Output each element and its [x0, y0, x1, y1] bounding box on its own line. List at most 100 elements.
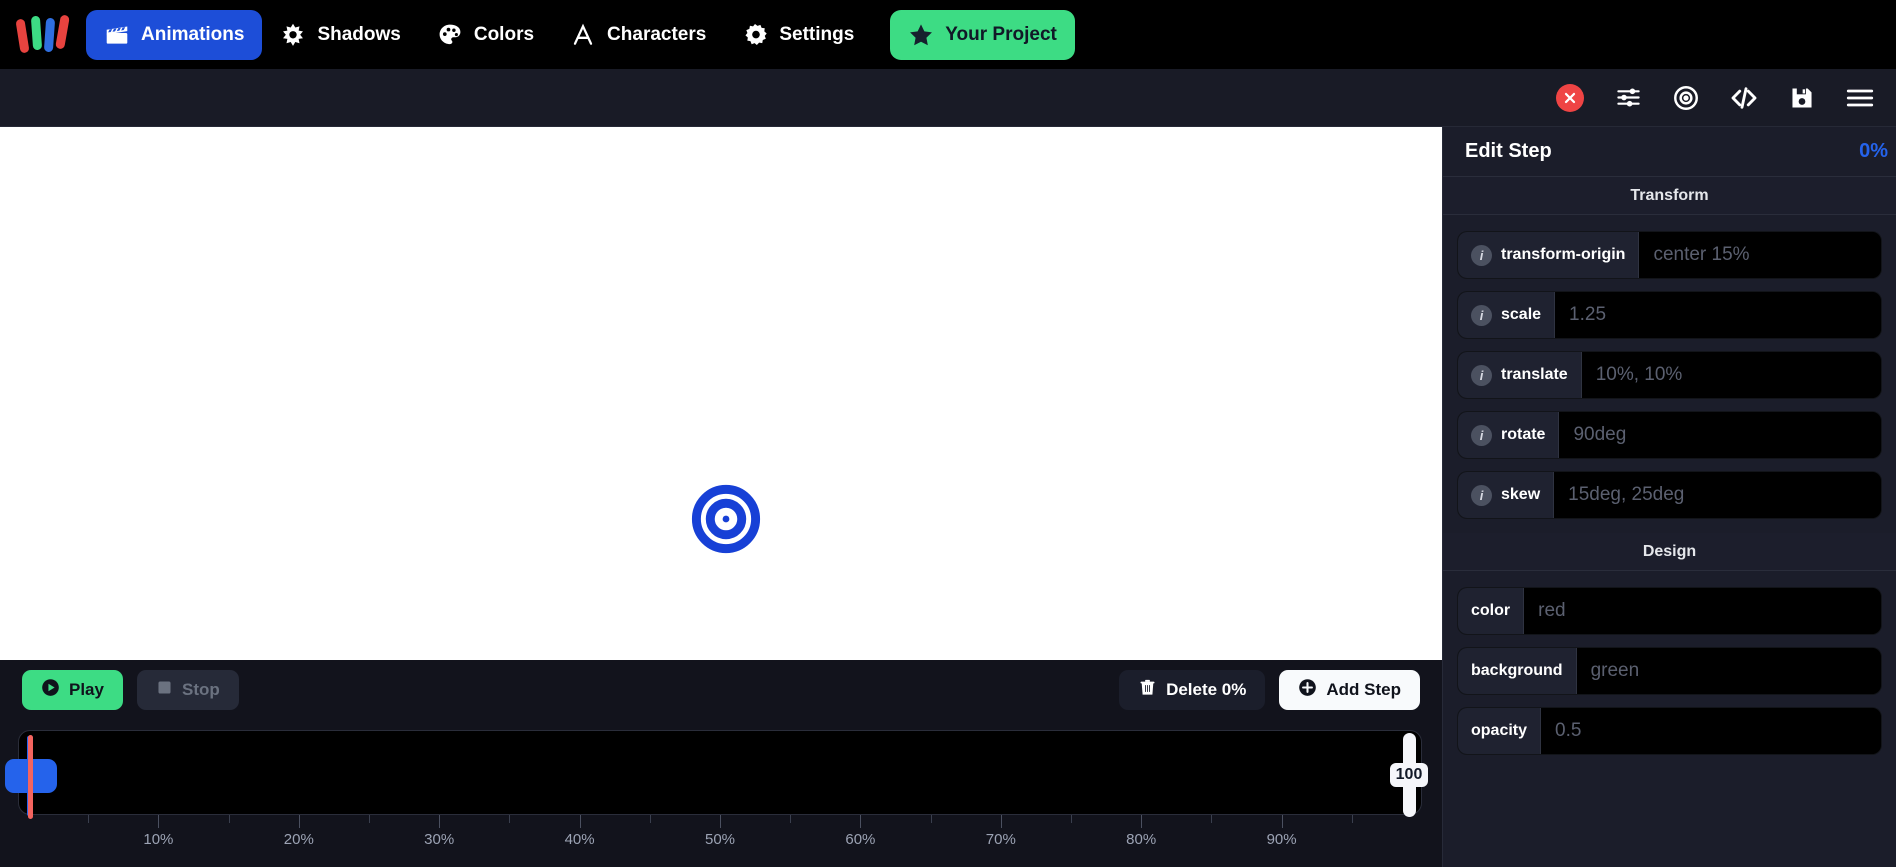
- info-icon[interactable]: i: [1471, 304, 1492, 326]
- field-row-translate: i translate 10%, 10%: [1457, 351, 1882, 399]
- nav-item-animations[interactable]: Animations: [86, 9, 263, 60]
- code-button[interactable]: [1728, 82, 1760, 114]
- field-input-translate[interactable]: 10%, 10%: [1581, 352, 1881, 398]
- axis-tick-major: [1141, 815, 1143, 828]
- field-input-transform-origin[interactable]: center 15%: [1639, 232, 1881, 278]
- app-logo[interactable]: [14, 12, 72, 58]
- section-fields-design: color red background green opacity 0.5: [1443, 571, 1896, 759]
- field-label-background: background: [1458, 648, 1577, 694]
- sliders-button[interactable]: [1612, 82, 1644, 114]
- nav-item-colors[interactable]: Colors: [419, 10, 552, 60]
- field-label-text: translate: [1501, 366, 1568, 383]
- axis-tick-label: 10%: [143, 831, 174, 848]
- gear-icon: [742, 22, 768, 48]
- close-x-icon: [1556, 83, 1584, 112]
- axis-tick-label: 50%: [704, 831, 736, 848]
- field-label-color: color: [1458, 588, 1525, 634]
- info-icon[interactable]: i: [1471, 244, 1492, 266]
- field-label-opacity: opacity: [1458, 708, 1542, 754]
- field-label-text: rotate: [1501, 426, 1546, 443]
- close-button[interactable]: [1554, 82, 1586, 114]
- axis-tick-major: [579, 815, 581, 828]
- code-brackets-icon: [1729, 83, 1759, 113]
- timeline-end-slider[interactable]: 100: [1389, 733, 1429, 817]
- timeline-axis: 10% 20% 30% 40% 50% 60% 70% 80% 90%: [18, 815, 1422, 865]
- your-project-button[interactable]: Your Project: [890, 9, 1075, 60]
- target-button[interactable]: [1670, 82, 1702, 114]
- play-button[interactable]: Play: [22, 670, 123, 710]
- axis-tick-major: [720, 815, 721, 828]
- play-icon: [41, 678, 60, 702]
- edit-step-header: Edit Step 0%: [1443, 127, 1896, 177]
- step-percent-badge: 0%: [1859, 140, 1888, 162]
- section-fields-transform: i transform-origin center 15% i scale 1.25 i tr…: [1443, 215, 1896, 523]
- axis-tick-major: [439, 815, 441, 828]
- clapperboard-icon: [104, 22, 130, 48]
- nav-label-settings: Settings: [779, 23, 855, 45]
- panel-title: Edit Step: [1465, 140, 1552, 162]
- field-input-rotate[interactable]: 90deg: [1559, 412, 1881, 458]
- nav-label-shadows: Shadows: [317, 23, 401, 45]
- sliders-icon: [1615, 84, 1642, 111]
- info-icon[interactable]: i: [1471, 364, 1492, 386]
- nav-label-characters: Characters: [607, 23, 707, 45]
- field-row-transform-origin: i transform-origin center 15%: [1457, 231, 1882, 279]
- timeline-playhead[interactable]: [28, 735, 33, 819]
- section-header-transform: Transform: [1443, 177, 1896, 215]
- field-row-background: background green: [1457, 647, 1882, 695]
- logo-bar-1: [15, 18, 30, 53]
- end-slider-label: 100: [1389, 763, 1429, 787]
- info-icon[interactable]: i: [1471, 484, 1492, 506]
- nav-label-colors: Colors: [473, 23, 535, 45]
- your-project-label: Your Project: [945, 23, 1057, 45]
- menu-button[interactable]: [1844, 82, 1876, 114]
- field-input-scale[interactable]: 1.25: [1555, 292, 1881, 338]
- secondary-toolbar: [0, 69, 1896, 127]
- sun-icon: [280, 22, 306, 48]
- field-label-text: scale: [1501, 306, 1542, 323]
- axis-tick-minor: [790, 815, 792, 823]
- field-input-color[interactable]: red: [1524, 588, 1881, 634]
- axis-tick-minor: [88, 815, 90, 823]
- axis-tick-minor: [1071, 815, 1072, 823]
- axis-tick-minor: [1351, 815, 1353, 823]
- logo-bar-2: [30, 15, 43, 50]
- axis-tick-minor: [509, 815, 511, 823]
- axis-tick-label: 80%: [1126, 831, 1157, 848]
- add-step-button[interactable]: Add Step: [1279, 670, 1420, 710]
- stop-icon: [156, 679, 173, 701]
- app-root: Animations Shadows Colors Characters Set…: [0, 0, 1896, 867]
- field-input-background[interactable]: green: [1576, 648, 1881, 694]
- axis-tick-minor: [228, 815, 230, 823]
- letter-a-icon: [570, 22, 596, 48]
- field-row-skew: i skew 15deg, 25deg: [1457, 471, 1882, 519]
- field-label-skew: i skew: [1458, 472, 1555, 518]
- playback-controls: Play Stop Delete 0% Add Step: [0, 660, 1442, 720]
- nav-item-settings[interactable]: Settings: [724, 10, 872, 60]
- stop-button[interactable]: Stop: [136, 670, 239, 710]
- axis-tick-minor: [930, 815, 932, 823]
- nav-label-animations: Animations: [141, 23, 245, 45]
- panel-sections: Transform i transform-origin center 15% i sca…: [1443, 177, 1896, 769]
- timeline-track[interactable]: 100: [5, 730, 1429, 819]
- save-button[interactable]: [1786, 82, 1818, 114]
- target-shape[interactable]: [689, 482, 763, 556]
- axis-tick-minor: [649, 815, 651, 823]
- field-row-scale: i scale 1.25: [1457, 291, 1882, 339]
- nav-item-shadows[interactable]: Shadows: [262, 10, 418, 60]
- hamburger-menu-icon: [1845, 83, 1875, 113]
- animation-canvas[interactable]: [0, 127, 1442, 660]
- info-icon[interactable]: i: [1471, 424, 1492, 446]
- field-input-skew[interactable]: 15deg, 25deg: [1554, 472, 1881, 518]
- logo-bar-3: [43, 17, 56, 52]
- plus-circle-icon: [1298, 678, 1317, 702]
- edit-step-panel: Edit Step 0% Transform i transform-origin c…: [1442, 127, 1896, 867]
- delete-step-button[interactable]: Delete 0%: [1119, 670, 1266, 710]
- nav-item-characters[interactable]: Characters: [552, 10, 724, 60]
- axis-tick-major: [1281, 815, 1283, 828]
- axis-tick-label: 20%: [283, 831, 314, 848]
- field-input-opacity[interactable]: 0.5: [1541, 708, 1881, 754]
- axis-tick-label: 30%: [424, 831, 455, 848]
